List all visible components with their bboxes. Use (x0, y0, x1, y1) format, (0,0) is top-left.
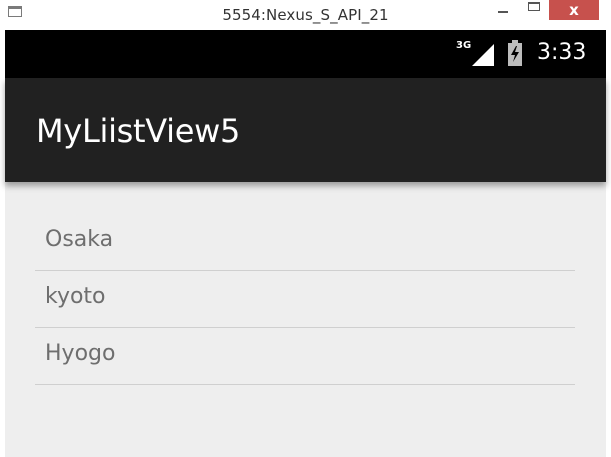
app-title: MyLiistView5 (36, 112, 241, 150)
network-type-label: 3G (456, 40, 472, 51)
close-icon: x (569, 1, 579, 19)
list-item-kyoto[interactable]: kyoto (35, 271, 575, 328)
close-button[interactable]: x (549, 0, 599, 20)
window-titlebar: 5554:Nexus_S_API_21 x (0, 0, 611, 30)
maximize-button[interactable] (521, 0, 549, 20)
minimize-button[interactable] (490, 0, 518, 20)
list-item-hyogo[interactable]: Hyogo (35, 328, 575, 385)
status-bar: 3G 3:33 (5, 30, 606, 78)
window-title: 5554:Nexus_S_API_21 (222, 6, 389, 24)
status-clock: 3:33 (537, 40, 587, 65)
action-bar: MyLiistView5 (5, 78, 606, 182)
content-area: Osaka kyoto Hyogo (5, 182, 606, 457)
list-item-osaka[interactable]: Osaka (35, 214, 575, 271)
cell-signal-icon (472, 44, 494, 66)
list-item-label: kyoto (45, 284, 106, 309)
battery-charging-icon (508, 40, 522, 66)
list-item-label: Hyogo (45, 341, 116, 366)
list-view[interactable]: Osaka kyoto Hyogo (35, 214, 575, 385)
list-item-label: Osaka (45, 227, 114, 252)
